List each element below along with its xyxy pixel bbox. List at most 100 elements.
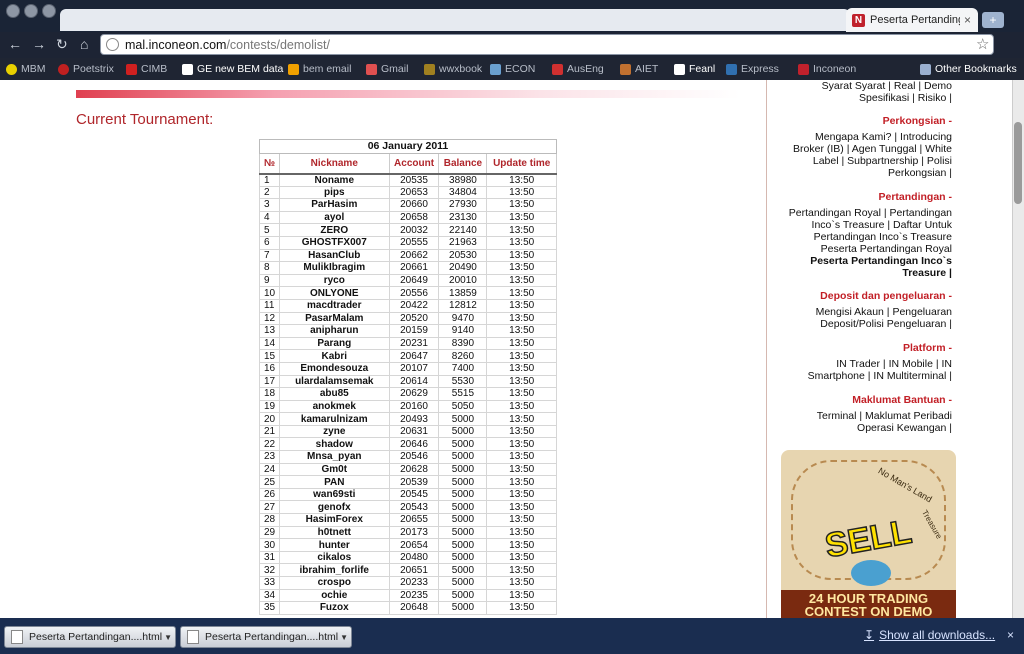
row-number: 16	[259, 361, 280, 376]
sidebar-link[interactable]: Inco`s Treasure | Daftar Untuk	[789, 219, 952, 231]
sidebar-link[interactable]: Operasi Kewangan |	[817, 422, 952, 434]
forward-arrow-icon[interactable]: →	[32, 36, 46, 52]
row-account: 20233	[388, 576, 440, 590]
bookmark-item[interactable]: Inconeon	[798, 63, 856, 75]
bookmark-star-icon[interactable]: ☆	[976, 35, 989, 53]
header-decoration-top	[76, 80, 740, 90]
row-update-time: 13:50	[486, 513, 557, 527]
bookmark-item[interactable]: bem email	[288, 63, 351, 75]
tab-close-button[interactable]: ×	[964, 13, 971, 27]
row-number: 9	[259, 273, 280, 288]
table-row: 8 MulikIbragim 20661 20490 13:50	[259, 261, 557, 275]
bookmark-item[interactable]: AIET	[620, 63, 658, 75]
sidebar-link-current[interactable]: Treasure |	[789, 267, 952, 279]
show-all-downloads-link[interactable]: ↧ Show all downloads...	[864, 628, 995, 642]
row-account: 20543	[388, 500, 440, 515]
row-nickname: MulikIbragim	[278, 261, 390, 275]
bookmark-item[interactable]: Feanl	[674, 63, 715, 75]
new-tab-button[interactable]: +	[982, 12, 1004, 28]
bookmark-item[interactable]: MBM	[6, 63, 46, 75]
row-number: 35	[259, 601, 280, 615]
bookmark-favicon-icon	[424, 63, 435, 75]
bookmark-item[interactable]: Poetstrix	[58, 63, 114, 75]
download-item[interactable]: Peserta Pertandingan....html ▼	[180, 626, 352, 648]
bookmark-label: Feanl	[689, 63, 716, 75]
row-balance: 27930	[438, 198, 488, 212]
close-window-button[interactable]	[6, 4, 20, 18]
address-bar[interactable]: mal.inconeon.com/contests/demolist/	[100, 34, 994, 55]
home-icon[interactable]: ⌂	[80, 36, 88, 52]
sidebar-link[interactable]: Broker (IB) | Agen Tunggal | White	[793, 143, 952, 155]
row-balance: 5000	[438, 550, 488, 565]
row-account: 20107	[388, 361, 440, 376]
bookmark-item[interactable]: Gmail	[366, 63, 408, 75]
row-number: 19	[259, 399, 280, 414]
close-downloads-button[interactable]: ×	[1007, 628, 1014, 642]
row-update-time: 13:50	[486, 336, 557, 351]
row-balance: 5000	[438, 538, 488, 552]
row-number: 15	[259, 349, 280, 363]
sidebar-link[interactable]: Spesifikasi | Risiko |	[822, 92, 952, 104]
table-date: 06 January 2011	[259, 139, 557, 154]
row-balance: 34804	[438, 185, 488, 200]
sidebar-link[interactable]: Peserta Pertandingan Royal	[789, 243, 952, 255]
other-bookmarks[interactable]: Other Bookmarks	[920, 63, 1017, 75]
table-row: 12 PasarMalam 20520 9470 13:50	[259, 311, 557, 326]
bookmark-item[interactable]: CIMB	[126, 63, 167, 75]
sidebar-link[interactable]: Label | Subpartnership | Polisi	[793, 155, 952, 167]
sidebar-link[interactable]: Deposit/Polisi Pengeluaran |	[816, 318, 952, 330]
reload-icon[interactable]: ↻	[56, 36, 68, 53]
sidebar-heading-pertandingan: Pertandingan -	[878, 191, 952, 203]
sidebar-heading-deposit: Deposit dan pengeluaran -	[820, 290, 952, 302]
row-nickname: abu85	[278, 387, 390, 401]
row-number: 13	[259, 324, 280, 338]
row-update-time: 13:50	[486, 185, 557, 200]
row-balance: 22140	[438, 223, 488, 237]
bookmark-label: bem email	[303, 63, 352, 75]
bookmark-label: ECON	[505, 63, 536, 75]
row-balance: 9140	[438, 324, 488, 338]
download-item-label: Peserta Pertandingan....html	[205, 631, 339, 643]
table-row: 27 genofx 20543 5000 13:50	[259, 500, 557, 515]
table-row: 16 Emondesouza 20107 7400 13:50	[259, 361, 557, 376]
sidebar-link[interactable]: Smartphone | IN Multiterminal |	[808, 370, 952, 382]
sidebar-link[interactable]: Perkongsian |	[793, 167, 952, 179]
dropdown-arrow-icon[interactable]: ▼	[164, 633, 172, 642]
row-update-time: 13:50	[486, 424, 557, 439]
dropdown-arrow-icon[interactable]: ▼	[340, 633, 348, 642]
row-nickname: wan69sti	[278, 487, 390, 502]
sidebar-link[interactable]: Mengapa Kami? | Introducing	[793, 131, 952, 143]
bookmark-item[interactable]: ECON	[490, 63, 535, 75]
row-account: 20662	[388, 248, 440, 263]
sidebar-link[interactable]: Pertandingan Royal | Pertandingan	[789, 207, 952, 219]
column-header-update-time: Update time	[486, 153, 557, 175]
trading-contest-ad[interactable]: No Man's Land Treasure SELL 24 HOUR TRAD…	[781, 450, 956, 618]
sidebar-link[interactable]: Terminal | Maklumat Peribadi	[817, 410, 952, 422]
table-row: 35 Fuzox 20648 5000 13:50	[259, 601, 557, 615]
row-account: 20539	[388, 475, 440, 489]
bookmark-favicon-icon	[6, 63, 17, 75]
bookmark-item[interactable]: Express	[726, 63, 779, 75]
tab-active[interactable]: N Peserta Pertandingan ×	[846, 8, 978, 32]
row-update-time: 13:50	[486, 576, 557, 590]
bookmark-item[interactable]: wwxbook	[424, 63, 482, 75]
sidebar-link-current[interactable]: Peserta Pertandingan Inco`s	[789, 255, 952, 267]
back-arrow-icon[interactable]: ←	[8, 36, 22, 52]
bookmark-item[interactable]: AusEng	[552, 63, 604, 75]
zoom-window-button[interactable]	[42, 4, 56, 18]
table-row: 21 zyne 20631 5000 13:50	[259, 424, 557, 439]
row-update-time: 13:50	[486, 538, 557, 552]
download-arrow-icon: ↧	[864, 628, 875, 642]
sidebar-link[interactable]: IN Trader | IN Mobile | IN	[808, 358, 952, 370]
sidebar-link[interactable]: Mengisi Akaun | Pengeluaran	[816, 306, 952, 318]
sidebar-link[interactable]: Pertandingan Inco`s Treasure	[789, 231, 952, 243]
row-nickname: anokmek	[278, 399, 390, 414]
bookmark-item[interactable]: GE new BEM data	[182, 63, 283, 75]
download-item[interactable]: Peserta Pertandingan....html ▼	[4, 626, 176, 648]
row-nickname: ibrahim_forlife	[278, 563, 390, 577]
minimize-window-button[interactable]	[24, 4, 38, 18]
scrollbar-thumb[interactable]	[1014, 122, 1022, 204]
row-balance: 5000	[438, 588, 488, 603]
sidebar-link[interactable]: Syarat Syarat | Real | Demo	[822, 80, 952, 92]
table-row: 20 kamarulnizam 20493 5000 13:50	[259, 412, 557, 426]
